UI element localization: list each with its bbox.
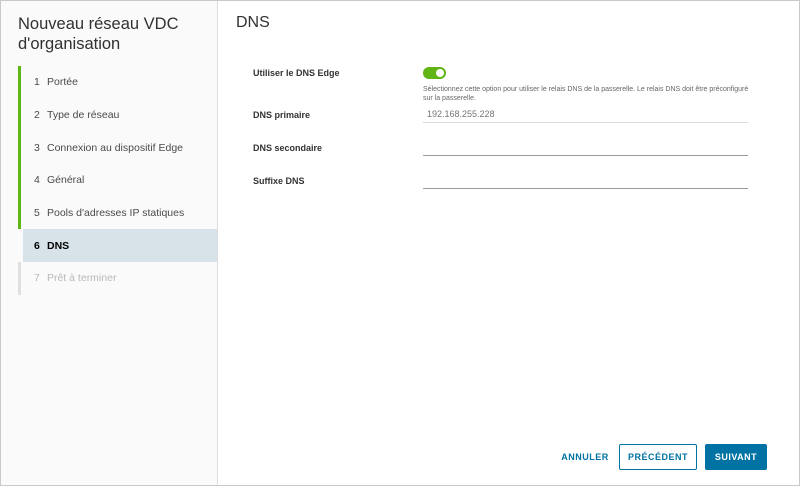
step-progress-bar xyxy=(18,262,21,295)
use-edge-dns-helper-text: Sélectionnez cette option pour utiliser … xyxy=(423,86,749,102)
dns-suffix-input[interactable] xyxy=(423,171,748,189)
wizard-content: DNS Utiliser le DNS Edge Sélectionnez ce… xyxy=(219,1,799,485)
wizard-title: Nouveau réseau VDC d'organisation xyxy=(18,15,179,53)
step-label: Connexion au dispositif Edge xyxy=(47,141,184,154)
primary-dns-input[interactable] xyxy=(423,105,748,123)
step-dns[interactable]: 6 DNS xyxy=(23,229,217,263)
use-edge-dns-toggle[interactable] xyxy=(423,67,446,79)
step-progress-bar xyxy=(18,131,21,165)
step-label: DNS xyxy=(47,239,70,252)
secondary-dns-input[interactable] xyxy=(423,138,748,156)
step-number: 6 xyxy=(34,239,40,252)
dns-suffix-label: Suffixe DNS xyxy=(253,176,305,186)
step-label: Pools d'adresses IP statiques xyxy=(47,207,185,220)
step-portee[interactable]: 1 Portée xyxy=(18,66,218,99)
step-progress-bar xyxy=(23,229,26,262)
step-connexion-edge[interactable]: 3 Connexion au dispositif Edge xyxy=(18,131,218,165)
step-label: Général xyxy=(47,174,85,187)
step-number: 3 xyxy=(34,141,40,154)
step-number: 7 xyxy=(34,272,40,285)
wizard-sidebar: Nouveau réseau VDC d'organisation 1 Port… xyxy=(1,1,218,485)
step-type-de-reseau[interactable]: 2 Type de réseau xyxy=(18,98,218,132)
step-general[interactable]: 4 Général xyxy=(18,164,218,197)
step-progress-bar xyxy=(18,196,21,230)
wizard-steps: 1 Portée 2 Type de réseau 3 Connexion au… xyxy=(18,66,218,295)
step-number: 5 xyxy=(34,207,40,220)
next-button[interactable]: SUIVANT xyxy=(705,444,767,470)
cancel-button[interactable]: ANNULER xyxy=(556,444,614,470)
use-edge-dns-label: Utiliser le DNS Edge xyxy=(253,68,340,78)
step-progress-bar xyxy=(18,164,21,197)
step-pools-ip[interactable]: 5 Pools d'adresses IP statiques xyxy=(18,196,218,230)
wizard-dialog: Nouveau réseau VDC d'organisation 1 Port… xyxy=(0,0,800,486)
page-title: DNS xyxy=(236,14,270,31)
step-progress-bar xyxy=(18,98,21,132)
step-number: 2 xyxy=(34,109,40,122)
primary-dns-label: DNS primaire xyxy=(253,110,311,120)
step-label: Prêt à terminer xyxy=(47,272,117,285)
step-label: Portée xyxy=(47,76,78,89)
toggle-knob xyxy=(436,69,444,77)
previous-button[interactable]: PRÉCÉDENT xyxy=(619,444,697,470)
step-number: 4 xyxy=(34,174,40,187)
step-number: 1 xyxy=(34,76,40,89)
step-pret-a-terminer: 7 Prêt à terminer xyxy=(18,262,218,295)
step-progress-bar xyxy=(18,66,21,99)
step-label: Type de réseau xyxy=(47,109,120,122)
secondary-dns-label: DNS secondaire xyxy=(253,143,323,153)
